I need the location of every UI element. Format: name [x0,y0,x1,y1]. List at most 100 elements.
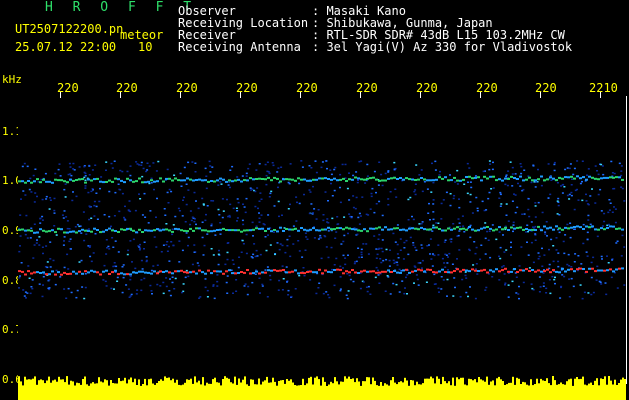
meter-bar [448,381,450,400]
noise-pixel [181,291,183,294]
signal-band-pixel [558,176,561,179]
meter-bar [554,380,556,400]
meter-bar [32,378,34,400]
meter-bar [86,384,88,400]
signal-band-pixel [243,271,246,274]
noise-pixel [428,202,430,205]
noise-pixel [475,263,478,265]
noise-pixel [247,285,250,288]
noise-pixel [568,193,571,196]
signal-band-pixel [519,175,522,178]
meter-bar [284,383,286,400]
noise-pixel [590,276,593,279]
signal-band-pixel [366,177,369,180]
noise-pixel [285,266,288,268]
noise-pixel [93,215,96,217]
noise-pixel [552,245,555,247]
noise-pixel [136,289,139,291]
signal-band-pixel [135,231,138,234]
meter-bar [152,383,154,400]
meter-bar [212,379,214,400]
noise-pixel [165,285,168,288]
noise-pixel [348,274,351,277]
noise-pixel [468,248,471,251]
signal-band-pixel [213,229,216,232]
noise-pixel [169,278,171,280]
noise-pixel [511,185,514,187]
signal-band-pixel [156,272,159,275]
signal-band-pixel [372,227,375,230]
meter-bar [454,385,456,400]
noise-pixel [327,200,329,202]
noise-pixel [401,280,404,282]
signal-band-pixel [45,230,48,233]
signal-band-pixel [66,273,69,275]
noise-pixel [417,284,420,286]
signal-band-pixel [339,227,342,230]
noise-pixel [228,181,231,183]
meter-bar [292,382,294,400]
noise-pixel [59,276,62,278]
noise-pixel [600,163,603,166]
noise-pixel [58,163,61,165]
noise-pixel [411,215,413,218]
time-gridline [300,92,301,98]
signal-band-pixel [579,226,582,229]
meter-bar [184,382,186,400]
noise-pixel [342,267,344,269]
noise-pixel [447,269,449,271]
noise-pixel [298,250,301,252]
signal-band-pixel [456,226,459,229]
meter-bar [270,382,272,400]
signal-band-pixel [330,271,333,274]
signal-band-pixel [582,228,585,230]
noise-pixel [534,205,537,207]
noise-pixel [46,266,49,269]
signal-band-pixel [150,272,153,275]
noise-pixel [143,241,146,243]
noise-pixel [553,278,556,281]
signal-band-pixel [261,227,264,230]
signal-band-pixel [90,230,93,233]
signal-band-pixel [123,228,126,231]
signal-band-pixel [111,180,114,183]
signal-band-pixel [30,229,33,232]
noise-pixel [281,265,284,267]
meter-bar [384,383,386,400]
meter-bar [304,385,306,400]
noise-pixel [26,165,29,168]
noise-pixel [139,198,142,200]
noise-pixel [122,264,125,266]
noise-pixel [542,285,545,287]
noise-pixel [381,239,384,241]
meter-bar [442,376,444,400]
noise-pixel [526,224,529,226]
noise-pixel [503,251,506,253]
noise-pixel [124,205,126,208]
noise-pixel [88,218,91,221]
noise-pixel [373,211,376,214]
noise-pixel [257,207,259,210]
noise-pixel [519,185,522,187]
noise-pixel [85,233,88,235]
noise-pixel [163,208,166,210]
noise-pixel [587,203,590,206]
signal-band-pixel [324,228,327,231]
noise-pixel [530,283,533,285]
noise-pixel [525,231,528,233]
signal-band-pixel [48,180,51,183]
signal-band-pixel [168,229,171,232]
meter-bar [534,384,536,400]
noise-pixel [129,275,132,278]
meter-bar [410,380,412,400]
noise-pixel [229,169,232,171]
noise-pixel [286,238,289,241]
meter-bar [34,376,36,400]
signal-band-pixel [246,229,249,232]
signal-band-pixel [462,227,465,230]
signal-band-pixel [477,229,480,232]
noise-pixel [204,167,207,170]
noise-pixel [68,240,71,243]
noise-pixel [107,245,110,248]
meter-bar [36,384,38,400]
